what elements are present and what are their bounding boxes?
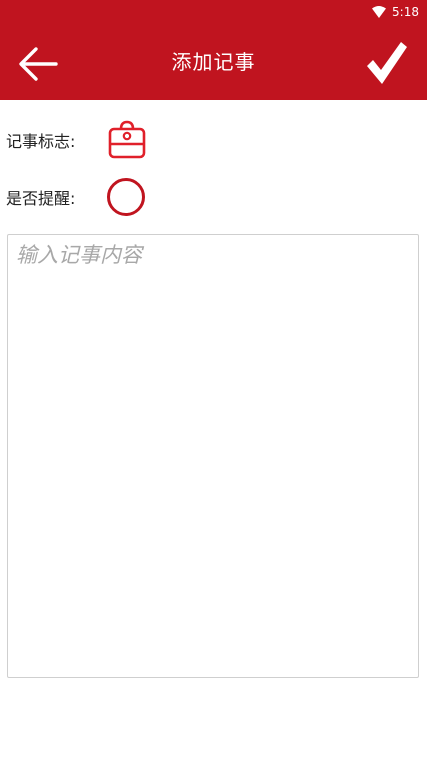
remind-label: 是否提醒:: [6, 189, 76, 208]
page-title: 添加记事: [171, 50, 256, 74]
status-right: 5:18: [372, 4, 419, 20]
content-box: [7, 234, 419, 678]
save-button[interactable]: [365, 40, 409, 86]
status-time: 5:18: [392, 5, 419, 19]
status-bar: 5:18: [0, 0, 427, 24]
remind-row: 是否提醒:: [6, 177, 146, 217]
checkmark-icon: [367, 42, 407, 84]
content-input[interactable]: [8, 235, 418, 677]
remind-toggle[interactable]: [106, 177, 146, 217]
mark-label: 记事标志:: [6, 132, 76, 151]
wifi-icon: [372, 6, 387, 18]
mark-row: 记事标志:: [6, 120, 148, 160]
app-bar: 添加记事: [0, 24, 427, 100]
bag-icon[interactable]: [106, 119, 148, 161]
